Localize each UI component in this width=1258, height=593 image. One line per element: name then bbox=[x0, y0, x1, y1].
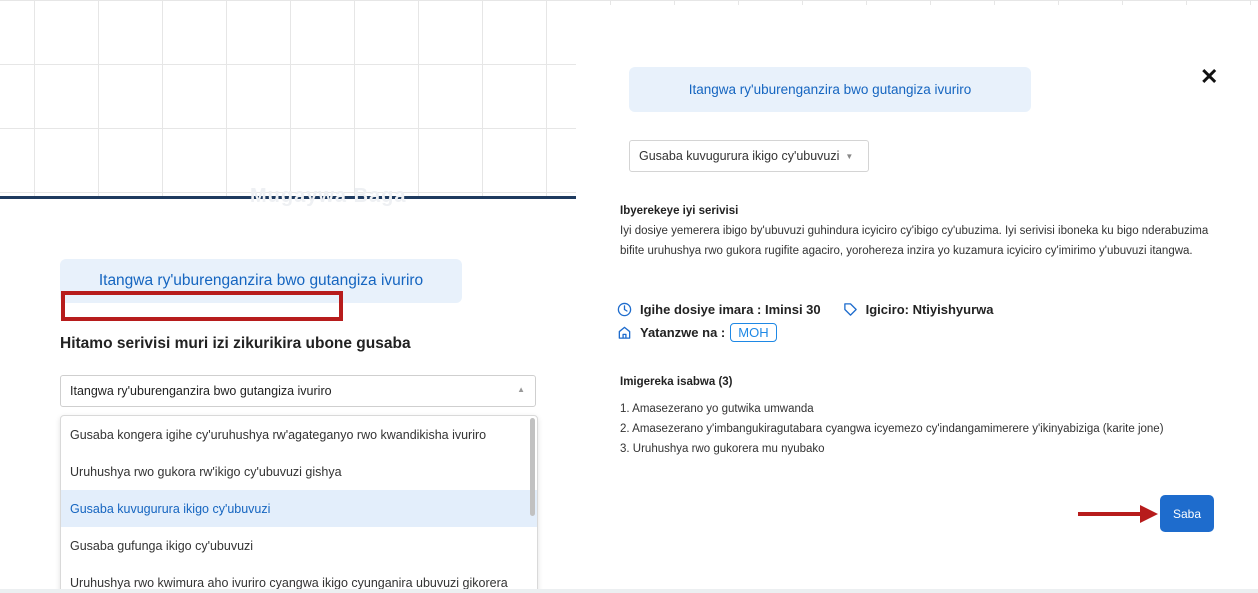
service-selection-panel: Mugaywa Baga Itangwa ry'uburenganzira bw… bbox=[0, 185, 576, 593]
service-dropdown-list[interactable]: Gusaba kongera igihe cy'uruhushya rw'aga… bbox=[60, 415, 538, 593]
caret-up-icon: ▲ bbox=[517, 385, 525, 394]
choose-service-heading: Hitamo serivisi muri izi zikurikira ubon… bbox=[60, 335, 411, 352]
about-service-heading: Ibyerekeye iyi serivisi bbox=[620, 205, 739, 217]
issuer-badge: MOH bbox=[730, 323, 777, 342]
subservice-select-value: Gusaba kuvugurura ikigo cy'ubuvuzi bbox=[639, 149, 840, 163]
background-title: Mugaywa Baga bbox=[250, 185, 407, 207]
dropdown-scrollbar[interactable] bbox=[530, 418, 535, 516]
caret-down-icon: ▼ bbox=[845, 151, 854, 161]
issuer-row: Yatanzwe na : MOH bbox=[617, 323, 777, 342]
service-detail-modal: Itangwa ry'uburenganzira bwo gutangiza i… bbox=[576, 5, 1258, 589]
about-service-text: Iyi dosiye yemerera ibigo by'ubuvuzi guh… bbox=[620, 225, 1209, 257]
price-text: Igiciro: Ntiyishyurwa bbox=[865, 302, 994, 317]
close-icon[interactable]: ✕ bbox=[1200, 64, 1218, 90]
service-meta-row: Igihe dosiye imara : Iminsi 30 Igiciro: … bbox=[617, 302, 994, 317]
highlight-box bbox=[61, 291, 343, 321]
dropdown-option[interactable]: Gusaba gufunga ikigo cy'ubuvuzi bbox=[61, 527, 537, 564]
clock-icon bbox=[617, 302, 632, 317]
requirement-item: 2. Amasezerano y'imbangukiragutabara cya… bbox=[620, 423, 1164, 435]
requirement-item: 1. Amasezerano yo gutwika umwanda bbox=[620, 403, 814, 415]
submit-button[interactable]: Saba bbox=[1160, 495, 1214, 532]
requirements-heading: Imigereka isabwa (3) bbox=[620, 376, 733, 388]
subservice-select[interactable]: Gusaba kuvugurura ikigo cy'ubuvuzi ▼ bbox=[629, 140, 869, 172]
dropdown-option[interactable]: Uruhushya rwo gukora rw'ikigo cy'ubuvuzi… bbox=[61, 453, 537, 490]
requirement-item: 3. Uruhushya rwo gukorera mu nyubako bbox=[620, 443, 825, 455]
dropdown-option-selected[interactable]: Gusaba kuvugurura ikigo cy'ubuvuzi bbox=[61, 490, 537, 527]
issued-by-label: Yatanzwe na : bbox=[640, 325, 726, 340]
dropdown-option[interactable]: Gusaba kongera igihe cy'uruhushya rw'aga… bbox=[61, 416, 537, 453]
requirements-list: 1. Amasezerano yo gutwika umwanda 2. Ama… bbox=[620, 399, 1222, 459]
building-icon bbox=[618, 326, 631, 339]
arrow-right-icon bbox=[1078, 505, 1158, 523]
modal-title-pill: Itangwa ry'uburenganzira bwo gutangiza i… bbox=[629, 67, 1031, 112]
bottom-divider bbox=[0, 589, 1258, 593]
duration-text: Igihe dosiye imara : Iminsi 30 bbox=[640, 302, 821, 317]
tag-icon bbox=[843, 303, 857, 316]
service-select[interactable]: Itangwa ry'uburenganzira bwo gutangiza i… bbox=[60, 375, 536, 407]
service-select-value: Itangwa ry'uburenganzira bwo gutangiza i… bbox=[70, 384, 332, 398]
